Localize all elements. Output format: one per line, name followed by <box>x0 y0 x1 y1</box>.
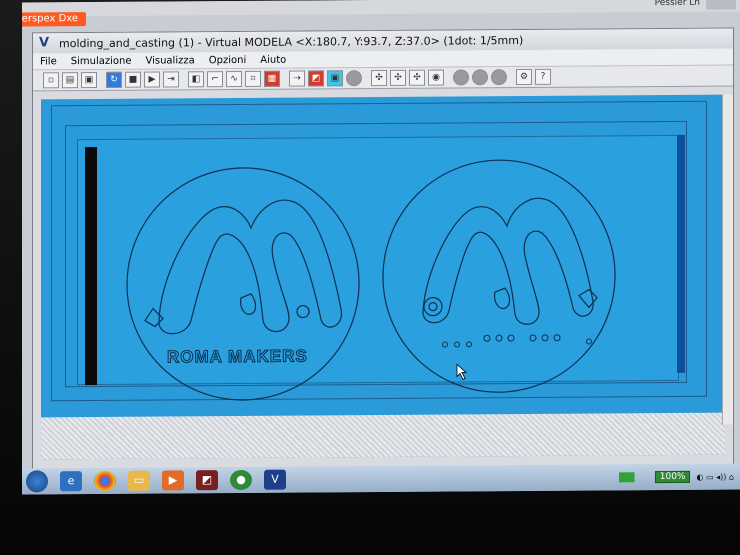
vmodela-icon[interactable]: V <box>264 469 286 490</box>
engraving-text: ROMA MAKERS <box>167 347 308 367</box>
folder-icon[interactable]: ▭ <box>128 470 150 491</box>
engraving-preview: ROMA MAKERS <box>126 159 616 401</box>
play-icon[interactable]: ▶ <box>144 71 160 88</box>
screen: Pessier Ln Perspex Dxe V molding_and_cas… <box>22 0 740 495</box>
engraved-holes <box>442 334 592 348</box>
background-close-button[interactable] <box>706 0 736 10</box>
vmodela-app-icon: V <box>39 35 50 51</box>
refresh-icon[interactable]: ↻ <box>106 71 122 88</box>
axis-icon[interactable]: ✣ <box>371 69 387 87</box>
vertical-scrollbar[interactable] <box>722 94 733 425</box>
view-icon[interactable]: ◧ <box>188 71 204 88</box>
mouse-cursor <box>456 363 468 380</box>
table-base <box>41 412 725 460</box>
simulation-viewport[interactable]: ROMA MAKERS <box>41 94 725 460</box>
color-icon[interactable]: ▦ <box>264 70 280 87</box>
system-tray: 100% ◐ ▭ ◂)) ⌂ <box>618 470 740 484</box>
stop-icon[interactable]: ■ <box>125 71 141 88</box>
axis2-icon[interactable]: ✣ <box>390 69 406 86</box>
virtual-modela-window: V molding_and_casting (1) - Virtual MODE… <box>32 27 734 475</box>
app2-icon[interactable]: ● <box>230 469 252 491</box>
menu-aiuto[interactable]: Aiuto <box>253 54 293 65</box>
right-coin-outline <box>382 159 616 393</box>
chrome-icon[interactable] <box>94 470 116 492</box>
menu-file[interactable]: File <box>33 56 64 67</box>
menu-visualizza[interactable]: Visualizza <box>138 55 201 66</box>
menu-simulazione[interactable]: Simulazione <box>64 55 139 67</box>
background-tab[interactable]: Perspex Dxe <box>22 12 87 27</box>
step-icon[interactable]: ⇥ <box>163 71 179 88</box>
background-window-strip: Pessier Ln <box>22 0 740 17</box>
ball-icon[interactable] <box>453 69 469 86</box>
media-icon[interactable]: ▶ <box>162 470 184 491</box>
mesh-icon[interactable]: ⌗ <box>245 70 261 87</box>
ball2-icon[interactable] <box>472 69 488 86</box>
signal-icon <box>618 472 641 483</box>
camera-icon[interactable]: ◉ <box>428 69 444 86</box>
settings-icon[interactable]: ⚙ <box>516 68 532 86</box>
toolbar: ▫ ▤ ▣ ↻ ■ ▶ ⇥ ◧ ⌐ ∿ ⌗ ▦ ⇢ ◩ ▣ ✣ ✣ ✣ ◉ ⚙ … <box>33 65 733 92</box>
open-icon[interactable]: ▤ <box>62 72 78 89</box>
menu-opzioni[interactable]: Opzioni <box>202 54 253 65</box>
window-title: molding_and_casting (1) - Virtual MODELA… <box>59 33 524 50</box>
axis3-icon[interactable]: ✣ <box>409 69 425 86</box>
zoom-badge[interactable]: 100% <box>654 470 691 484</box>
app-icon[interactable]: ◩ <box>196 470 218 491</box>
shade-icon[interactable]: ◩ <box>308 70 324 87</box>
start-button[interactable] <box>26 470 48 493</box>
new-icon[interactable]: ▫ <box>43 72 59 89</box>
right-logo <box>422 197 598 325</box>
tray-icons: ◐ ▭ ◂)) ⌂ <box>696 472 734 482</box>
ball3-icon[interactable] <box>491 69 507 86</box>
ie-icon[interactable]: e <box>60 471 82 492</box>
help-icon[interactable]: ? <box>535 68 551 85</box>
left-logo <box>144 199 343 335</box>
light-icon[interactable] <box>346 70 362 87</box>
path-icon[interactable]: ∿ <box>226 70 242 88</box>
save-icon[interactable]: ▣ <box>81 71 97 89</box>
tool-icon[interactable]: ⌐ <box>207 71 223 88</box>
solid-icon[interactable]: ⇢ <box>289 70 305 87</box>
sphere-icon[interactable]: ▣ <box>327 70 343 87</box>
windows-taskbar: e ▭ ▶ ◩ ● V 100% ◐ ▭ ◂)) ⌂ <box>22 463 740 495</box>
background-window-text: Pessier Ln <box>654 0 700 9</box>
